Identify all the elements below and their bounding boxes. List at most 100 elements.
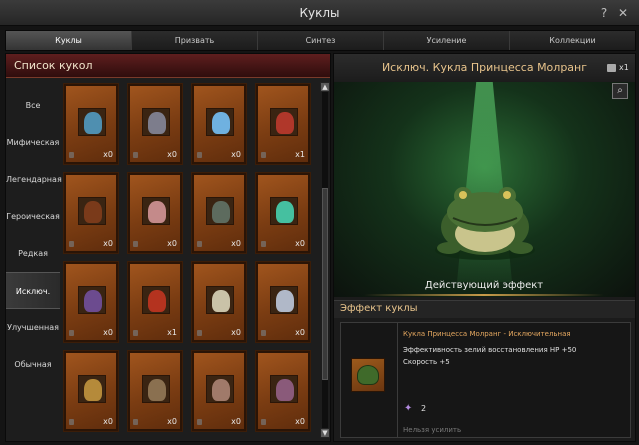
lock-icon <box>133 330 138 336</box>
tab-summon[interactable]: Призвать <box>132 31 258 50</box>
magnifier-icon: ⌕ <box>617 85 623 96</box>
tab-enhance[interactable]: Усиление <box>384 31 510 50</box>
lock-icon <box>69 152 74 158</box>
doll-list-scrollbar[interactable]: ▲ ▼ <box>320 82 330 438</box>
category-rare[interactable]: Редкая <box>6 235 60 272</box>
tab-collections[interactable]: Коллекции <box>510 31 635 50</box>
effect-box: Кукла Принцесса Молранг - Исключительная… <box>340 322 631 438</box>
doll-card[interactable]: x0 <box>255 350 311 432</box>
category-exclusive[interactable]: Исключ. <box>6 272 60 309</box>
doll-figure-icon <box>276 112 294 134</box>
doll-count: x0 <box>231 417 241 426</box>
doll-portrait <box>78 197 106 225</box>
doll-portrait <box>270 375 298 403</box>
doll-card[interactable]: x1 <box>127 261 183 343</box>
lock-icon <box>69 419 74 425</box>
category-common[interactable]: Обычная <box>6 346 60 383</box>
help-button[interactable]: ? <box>597 5 611 21</box>
doll-card[interactable]: x0 <box>191 350 247 432</box>
doll-name: Исключ. Кукла Принцесса Молранг <box>381 61 588 74</box>
doll-count: x0 <box>167 150 177 159</box>
tab-dolls[interactable]: Куклы <box>6 31 132 50</box>
doll-count: x1 <box>295 150 305 159</box>
doll-list-title: Список кукол <box>14 59 93 72</box>
doll-count: x0 <box>167 239 177 248</box>
doll-count: x0 <box>231 150 241 159</box>
doll-figure-icon <box>212 290 230 312</box>
category-all[interactable]: Все <box>6 87 60 124</box>
doll-card[interactable]: x1 <box>255 83 311 165</box>
doll-card[interactable]: x0 <box>63 261 119 343</box>
doll-count: x0 <box>295 239 305 248</box>
doll-figure-icon <box>212 201 230 223</box>
effect-header: Эффект куклы <box>334 300 635 318</box>
doll-figure-icon <box>148 112 166 134</box>
lock-icon <box>69 330 74 336</box>
doll-card[interactable]: x0 <box>127 83 183 165</box>
doll-portrait <box>270 197 298 225</box>
doll-count: x0 <box>231 328 241 337</box>
effect-divider <box>397 323 398 437</box>
doll-card[interactable]: x0 <box>63 83 119 165</box>
scroll-thumb[interactable] <box>322 188 328 380</box>
doll-grid: x0 x0 x0 x1 x0 x0 x0 x0 x0 x1 x0 x0 x0 x0 x0 x0 <box>63 83 315 439</box>
doll-card[interactable]: x0 <box>191 83 247 165</box>
cannot-enhance-label: Нельзя усилить <box>403 426 462 434</box>
doll-list-header: Список кукол <box>6 54 330 78</box>
lock-icon <box>261 419 266 425</box>
scroll-down-button[interactable]: ▼ <box>320 428 330 438</box>
doll-figure-icon <box>276 379 294 401</box>
category-legendary[interactable]: Легендарная <box>6 161 62 198</box>
doll-count: x0 <box>295 328 305 337</box>
frog-doll-model <box>435 187 535 260</box>
doll-card[interactable]: x0 <box>191 172 247 254</box>
doll-figure-icon <box>84 290 102 312</box>
zoom-button[interactable]: ⌕ <box>612 83 628 99</box>
doll-portrait <box>270 286 298 314</box>
doll-figure-icon <box>84 379 102 401</box>
tab-synthesis[interactable]: Синтез <box>258 31 384 50</box>
doll-figure-icon <box>148 201 166 223</box>
doll-portrait <box>78 286 106 314</box>
doll-portrait <box>142 375 170 403</box>
lock-icon <box>261 330 266 336</box>
doll-portrait <box>206 375 234 403</box>
doll-card[interactable]: x0 <box>255 261 311 343</box>
category-improved[interactable]: Улучшенная <box>6 309 60 346</box>
effect-line-1: Эффективность зелий восстановления HP +5… <box>403 346 577 354</box>
lock-icon <box>133 419 138 425</box>
doll-figure-icon <box>148 379 166 401</box>
doll-card[interactable]: x0 <box>191 261 247 343</box>
doll-count: x0 <box>103 239 113 248</box>
book-icon <box>607 64 616 72</box>
doll-figure-icon <box>276 201 294 223</box>
doll-figure-icon <box>212 379 230 401</box>
lock-icon <box>197 330 202 336</box>
category-mythic[interactable]: Мифическая <box>6 124 60 161</box>
lock-icon <box>261 152 266 158</box>
doll-card[interactable]: x0 <box>127 172 183 254</box>
effect-header-title: Эффект куклы <box>340 303 418 314</box>
doll-card[interactable]: x0 <box>255 172 311 254</box>
doll-card[interactable]: x0 <box>63 172 119 254</box>
close-button[interactable]: ✕ <box>616 5 630 21</box>
doll-card[interactable]: x0 <box>127 350 183 432</box>
doll-figure-icon <box>276 290 294 312</box>
doll-card[interactable]: x0 <box>63 350 119 432</box>
scroll-up-button[interactable]: ▲ <box>320 82 330 92</box>
doll-detail-header: Исключ. Кукла Принцесса Молранг x1 <box>334 54 635 82</box>
doll-preview-stage <box>334 82 635 297</box>
doll-effect-icon <box>351 358 385 392</box>
window-titlebar: Куклы ? ✕ <box>0 0 639 26</box>
effect-doll-name: Кукла Принцесса Молранг - Исключительная <box>403 330 571 338</box>
window-title: Куклы <box>299 6 340 20</box>
doll-portrait <box>142 108 170 136</box>
category-heroic[interactable]: Героическая <box>6 198 60 235</box>
doll-count: x0 <box>103 328 113 337</box>
lock-icon <box>197 241 202 247</box>
doll-portrait <box>206 108 234 136</box>
book-count: x1 <box>619 63 629 72</box>
doll-portrait <box>78 108 106 136</box>
lock-icon <box>133 152 138 158</box>
category-list: Все Мифическая Легендарная Героическая Р… <box>6 87 62 383</box>
